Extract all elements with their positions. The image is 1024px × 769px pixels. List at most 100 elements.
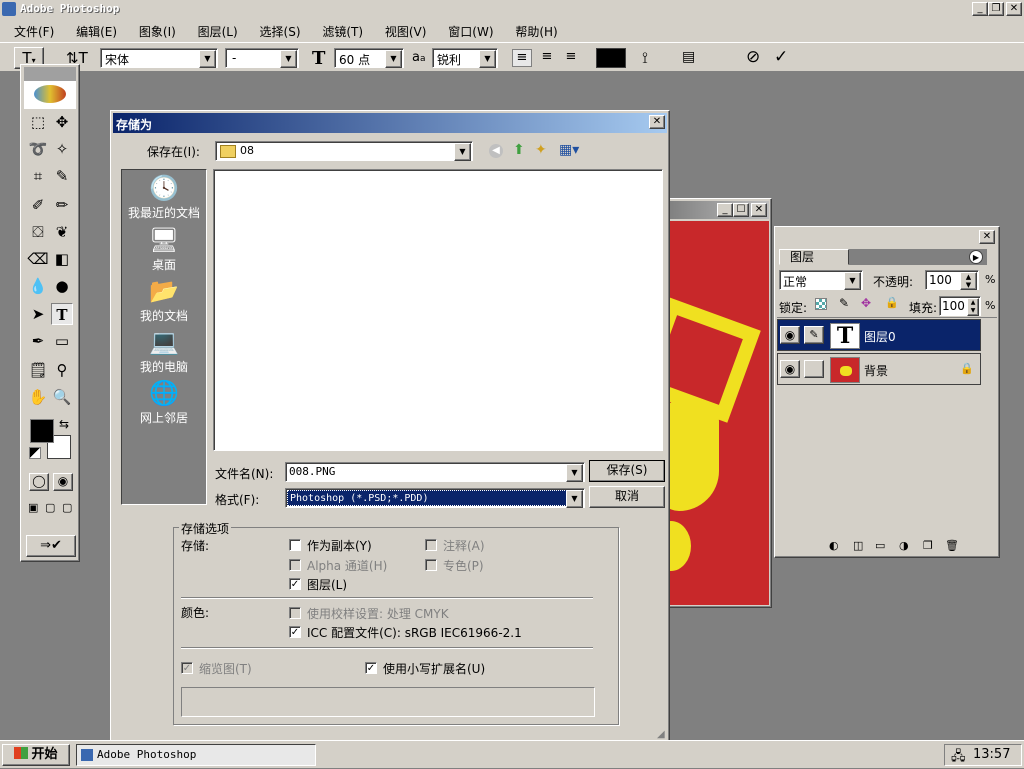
menu-window[interactable]: 窗口(W) [448,25,493,39]
link-slot[interactable] [804,360,824,378]
font-style-select[interactable]: - ▼ [225,48,299,68]
brush-tool-icon[interactable]: ✏ [51,194,73,216]
menu-edit[interactable]: 编辑(E) [76,25,117,39]
screen-mode-full-menu-icon[interactable]: ▢ [45,501,55,514]
clock[interactable]: 13:57 [973,747,1010,762]
opacity-stepper[interactable]: ▲ ▼ [960,272,977,290]
filename-input[interactable]: 008.PNG ▼ [285,462,585,482]
taskbar-task-photoshop[interactable]: Adobe Photoshop [76,744,316,766]
type-tool-icon[interactable]: T [51,303,73,325]
menu-file[interactable]: 文件(F) [14,25,54,39]
align-left-icon[interactable]: ≡ [512,49,532,67]
layer-name[interactable]: 图层0 [864,328,896,345]
close-button[interactable]: ✕ [1006,2,1022,16]
healing-brush-tool-icon[interactable]: ✐ [27,194,49,216]
quick-mask-button[interactable]: ◉ [53,473,73,491]
eraser-tool-icon[interactable]: ⌫ [27,248,49,270]
menu-select[interactable]: 选择(S) [260,25,301,39]
font-family-select[interactable]: 宋体 ▼ [100,48,218,68]
marquee-tool-icon[interactable]: ⬚ [27,111,49,133]
gradient-tool-icon[interactable]: ◧ [51,248,73,270]
network-tray-icon[interactable]: 🖧 [951,747,966,769]
place-recent[interactable]: 🕓 我最近的文档 [122,174,206,221]
burn-tool-icon[interactable]: ● [51,275,73,297]
brush-link-icon[interactable]: ✎ [804,326,824,344]
layer-style-icon[interactable]: ◐ [829,539,839,552]
screen-mode-full-icon[interactable]: ▢ [62,501,72,514]
notes-tool-icon[interactable]: 🗒 [27,359,49,381]
layers-label[interactable]: 图层(L) [307,576,347,593]
doc-minimize-button[interactable]: _ [717,203,733,217]
save-button[interactable]: 保存(S) [589,460,665,482]
eye-visibility-icon[interactable]: ◉ [780,360,800,378]
eye-visibility-icon[interactable]: ◉ [780,326,800,344]
menu-view[interactable]: 视图(V) [385,25,427,39]
resize-grip-icon[interactable]: ◢ [657,729,665,740]
font-size-select[interactable]: 60 点 ▼ [334,48,404,68]
chevron-down-icon[interactable]: ▼ [280,50,297,68]
zoom-tool-icon[interactable]: 🔍 [51,386,73,408]
dialog-close-button[interactable]: ✕ [649,115,665,129]
slice-tool-icon[interactable]: ✎ [51,165,73,187]
file-list[interactable] [213,169,663,451]
eyedropper-tool-icon[interactable]: ⚲ [51,359,73,381]
as-copy-label[interactable]: 作为副本(Y) [307,537,372,554]
icc-profile-label[interactable]: ICC 配置文件(C): sRGB IEC61966-2.1 [307,624,522,641]
cancel-button[interactable]: 取消 [589,486,665,508]
blur-tool-icon[interactable]: 💧 [27,275,49,297]
lock-all-icon[interactable]: 🔒 [885,296,899,309]
lowercase-ext-label[interactable]: 使用小写扩展名(U) [383,660,485,677]
path-selection-tool-icon[interactable]: ➤ [27,303,49,325]
fill-input[interactable]: 100 ▲ ▼ [939,296,981,316]
menu-layer[interactable]: 图层(L) [198,25,238,39]
doc-maximize-button[interactable]: ☐ [733,203,749,217]
history-brush-tool-icon[interactable]: ❦ [51,221,73,243]
chevron-down-icon[interactable]: ▼ [566,464,583,482]
align-right-icon[interactable]: ≡ [562,49,580,67]
menu-image[interactable]: 图象(I) [139,25,176,39]
start-button[interactable]: 开始 [2,744,70,766]
standard-mode-button[interactable]: ◯ [29,473,49,491]
doc-close-button[interactable]: ✕ [751,203,767,217]
layer-name[interactable]: 背景 [864,362,888,379]
minimize-button[interactable]: _ [972,2,988,16]
adjustment-layer-icon[interactable]: ◑ [899,539,909,552]
move-tool-icon[interactable]: ✥ [51,111,73,133]
chevron-down-icon[interactable]: ▼ [385,50,402,68]
menu-help[interactable]: 帮助(H) [515,25,557,39]
icc-profile-checkbox[interactable]: ✓ [289,626,301,638]
crop-tool-icon[interactable]: ⌗ [27,165,49,187]
screen-mode-standard-icon[interactable]: ▣ [28,501,38,514]
foreground-color-swatch[interactable] [30,419,54,443]
pen-tool-icon[interactable]: ✒ [27,330,49,352]
add-mask-icon[interactable]: ◫ [853,539,863,552]
fill-stepper[interactable]: ▲ ▼ [967,298,979,316]
default-colors-icon[interactable] [29,447,41,459]
palettes-icon[interactable]: ▤ [682,49,695,65]
panel-menu-icon[interactable]: ▶ [969,250,983,264]
layer-row[interactable]: ◉ ✎ T 图层0 [777,319,981,351]
layers-tab[interactable]: 图层 [779,249,849,265]
restore-button[interactable]: ❐ [988,2,1004,16]
document-canvas[interactable] [669,221,769,605]
magic-wand-tool-icon[interactable]: ✧ [51,138,73,160]
format-select[interactable]: Photoshop (*.PSD;*.PDD) ▼ [285,488,585,508]
commit-edit-icon[interactable]: ✓ [774,47,788,67]
shape-tool-icon[interactable]: ▭ [51,330,73,352]
view-menu-icon[interactable]: ▦▾ [559,142,579,158]
chevron-down-icon[interactable]: ▼ [844,272,861,290]
opacity-input[interactable]: 100 ▲ ▼ [925,270,979,290]
jump-to-imageready-button[interactable]: ⇒✔ [26,535,76,557]
lasso-tool-icon[interactable]: ➰ [27,138,49,160]
align-center-icon[interactable]: ≡ [538,49,556,67]
place-network[interactable]: 🌐 网上邻居 [122,379,206,426]
new-layer-icon[interactable]: ❐ [923,539,933,552]
blend-mode-select[interactable]: 正常 ▼ [779,270,863,290]
chevron-down-icon[interactable]: ▼ [479,50,496,68]
chevron-down-icon[interactable]: ▼ [454,143,471,161]
as-copy-checkbox[interactable] [289,539,301,551]
text-color-swatch[interactable] [596,48,626,68]
layer-row[interactable]: ◉ 背景 🔒 [777,353,981,385]
layers-panel-close-button[interactable]: ✕ [979,230,995,244]
chevron-down-icon[interactable]: ▼ [199,50,216,68]
